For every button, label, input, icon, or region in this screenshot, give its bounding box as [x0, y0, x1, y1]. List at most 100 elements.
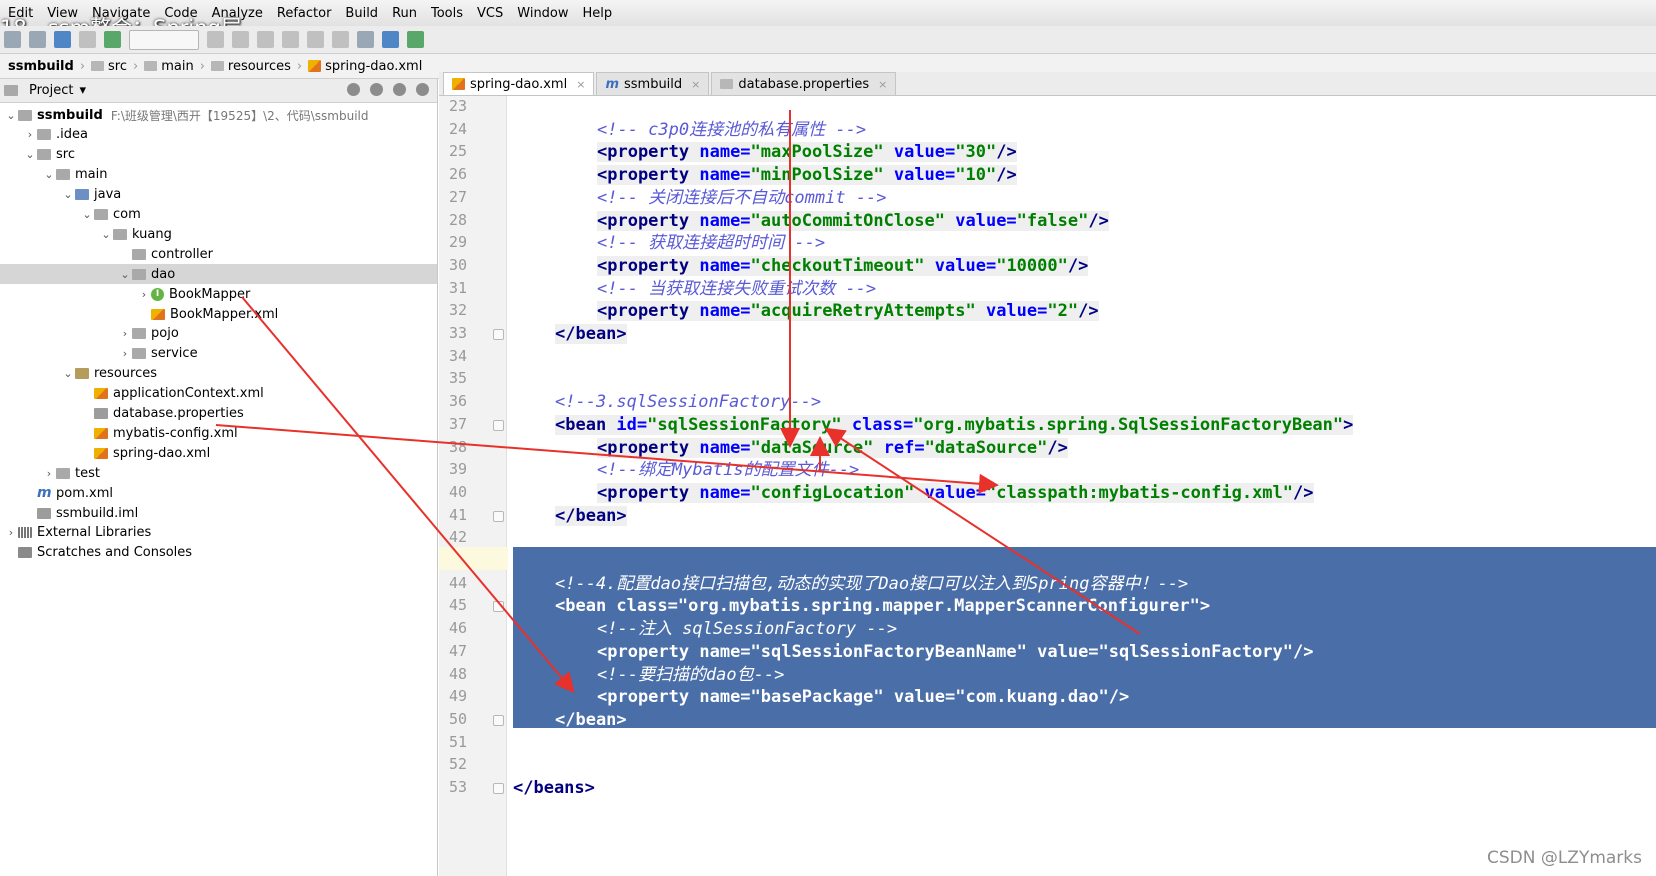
tree-item-database-properties[interactable]: database.properties: [0, 404, 437, 424]
breadcrumb-item[interactable]: spring-dao.xml: [302, 59, 428, 74]
stop-icon[interactable]: [282, 31, 299, 48]
code-token: value=: [945, 210, 1017, 231]
run-icon[interactable]: [207, 31, 224, 48]
tree-item-bookmapper[interactable]: › I BookMapper: [0, 284, 437, 304]
code-token: <property: [597, 255, 700, 276]
tree-item-pom-xml[interactable]: m pom.xml: [0, 483, 437, 503]
project-panel-title[interactable]: Project: [29, 83, 73, 98]
update-icon[interactable]: [307, 31, 324, 48]
chevron-right-icon[interactable]: ›: [23, 128, 37, 141]
tree-item-controller[interactable]: controller: [0, 244, 437, 264]
tree-item-label: BookMapper.xml: [170, 306, 279, 322]
build-icon[interactable]: [104, 31, 121, 48]
save-icon[interactable]: [4, 31, 21, 48]
fold-marker-icon[interactable]: [493, 329, 504, 340]
tree-item-ssmbuild[interactable]: ⌄ ssmbuild F:\班级管理\西开【19525】\2、代码\ssmbuild: [0, 105, 437, 125]
gear-icon[interactable]: [393, 83, 406, 96]
fold-marker-icon[interactable]: [493, 601, 504, 613]
code-lines[interactable]: <!-- c3p0连接池的私有属性 --> <property name="max…: [508, 96, 1656, 876]
tree-item-java[interactable]: ⌄ java: [0, 185, 437, 205]
line-number: 33: [448, 324, 467, 342]
chevron-down-icon[interactable]: ⌄: [61, 367, 75, 380]
chevron-down-icon[interactable]: ⌄: [118, 268, 132, 281]
run-configuration-select[interactable]: [129, 29, 199, 50]
target-icon[interactable]: [347, 83, 360, 96]
code-token: name=: [699, 482, 751, 503]
menu-item-build[interactable]: Build: [345, 6, 378, 21]
tree-item-spring-dao-xml[interactable]: spring-dao.xml: [0, 443, 437, 463]
current-line-highlight: [439, 547, 513, 570]
sync-icon[interactable]: [29, 31, 46, 48]
code-line: <property name="minPoolSize" value="10"/…: [597, 164, 1017, 187]
code-token: id=: [616, 414, 648, 435]
tree-item-external-libraries[interactable]: › External Libraries: [0, 523, 437, 543]
tree-item-kuang[interactable]: ⌄ kuang: [0, 224, 437, 244]
tree-item-dao[interactable]: ⌄ dao: [0, 264, 437, 285]
breadcrumb-item[interactable]: resources: [205, 59, 297, 74]
tab-ssmbuild[interactable]: m ssmbuild ×: [596, 72, 710, 95]
close-icon[interactable]: ×: [576, 78, 585, 91]
chevron-down-icon[interactable]: ⌄: [61, 188, 75, 201]
chevron-down-icon[interactable]: ⌄: [42, 168, 56, 181]
back-icon[interactable]: [54, 31, 71, 48]
line-number: 29: [448, 233, 467, 252]
chevron-down-icon[interactable]: ⌄: [99, 228, 113, 241]
menu-item-help[interactable]: Help: [583, 6, 613, 21]
code-token: <!--3.sqlSessionFactory-->: [555, 392, 822, 413]
fold-marker-icon[interactable]: [493, 419, 504, 431]
tree-item-label: ssmbuild.iml: [56, 505, 139, 521]
tree-item-main[interactable]: ⌄ main: [0, 165, 437, 185]
chevron-right-icon[interactable]: ›: [118, 327, 132, 340]
forward-icon[interactable]: [79, 31, 96, 48]
coverage-icon[interactable]: [257, 31, 274, 48]
breadcrumb-item[interactable]: src: [85, 59, 133, 74]
fold-marker-icon[interactable]: [493, 783, 504, 794]
menu-item-tools[interactable]: Tools: [431, 6, 463, 21]
code-token: <property: [597, 687, 700, 708]
fold-marker-icon[interactable]: [493, 510, 504, 522]
tree-item-resources[interactable]: ⌄ resources: [0, 364, 437, 384]
vcs-icon[interactable]: [332, 31, 349, 48]
tree-item-ssmbuild-iml[interactable]: ssmbuild.iml: [0, 503, 437, 523]
debug-icon[interactable]: [232, 31, 249, 48]
chevron-right-icon[interactable]: ›: [118, 347, 132, 360]
tree-item-src[interactable]: ⌄ src: [0, 145, 437, 165]
resources-folder-icon: [75, 368, 89, 380]
tree-item-mybatis-config-xml[interactable]: mybatis-config.xml: [0, 423, 437, 443]
line-number: 36: [448, 392, 467, 411]
chevron-right-icon[interactable]: ›: [42, 467, 56, 480]
tree-item-applicationcontext-xml[interactable]: applicationContext.xml: [0, 384, 437, 404]
tab-database-properties[interactable]: database.properties ×: [711, 72, 897, 95]
chevron-down-icon[interactable]: ⌄: [4, 109, 18, 122]
code-token: </bean>: [555, 324, 627, 344]
tree-item-bookmapper-xml[interactable]: BookMapper.xml: [0, 304, 437, 324]
sdk-icon[interactable]: [407, 31, 424, 48]
project-structure-icon[interactable]: [382, 31, 399, 48]
tree-item-scratches-and-consoles[interactable]: Scratches and Consoles: [0, 543, 437, 563]
chevron-down-icon[interactable]: ⌄: [23, 148, 37, 161]
breadcrumb-item[interactable]: main: [138, 59, 199, 74]
tree-item-service[interactable]: › service: [0, 344, 437, 364]
close-icon[interactable]: ×: [691, 78, 700, 91]
chevron-right-icon[interactable]: ›: [4, 526, 18, 539]
tree-item-label: com: [113, 207, 141, 222]
chevron-down-icon[interactable]: ▾: [79, 83, 86, 98]
code-token: >: [1343, 414, 1354, 435]
settings-icon[interactable]: [357, 31, 374, 48]
menu-item-run[interactable]: Run: [392, 6, 417, 21]
collapse-icon[interactable]: [370, 83, 383, 96]
breadcrumb-item[interactable]: ssmbuild: [2, 59, 80, 74]
chevron-down-icon[interactable]: ⌄: [80, 208, 94, 221]
menu-item-window[interactable]: Window: [517, 6, 568, 21]
tree-item--idea[interactable]: › .idea: [0, 125, 437, 145]
fold-marker-icon[interactable]: [493, 714, 504, 726]
tree-item-com[interactable]: ⌄ com: [0, 205, 437, 225]
tree-item-pojo[interactable]: › pojo: [0, 324, 437, 344]
menu-item-refactor[interactable]: Refactor: [277, 6, 332, 21]
menu-item-vcs[interactable]: VCS: [477, 6, 503, 21]
close-icon[interactable]: ×: [878, 78, 887, 91]
chevron-right-icon[interactable]: ›: [137, 288, 151, 301]
hide-icon[interactable]: [416, 83, 429, 96]
tree-item-test[interactable]: › test: [0, 463, 437, 483]
tab-spring-dao-xml[interactable]: spring-dao.xml ×: [443, 72, 595, 95]
